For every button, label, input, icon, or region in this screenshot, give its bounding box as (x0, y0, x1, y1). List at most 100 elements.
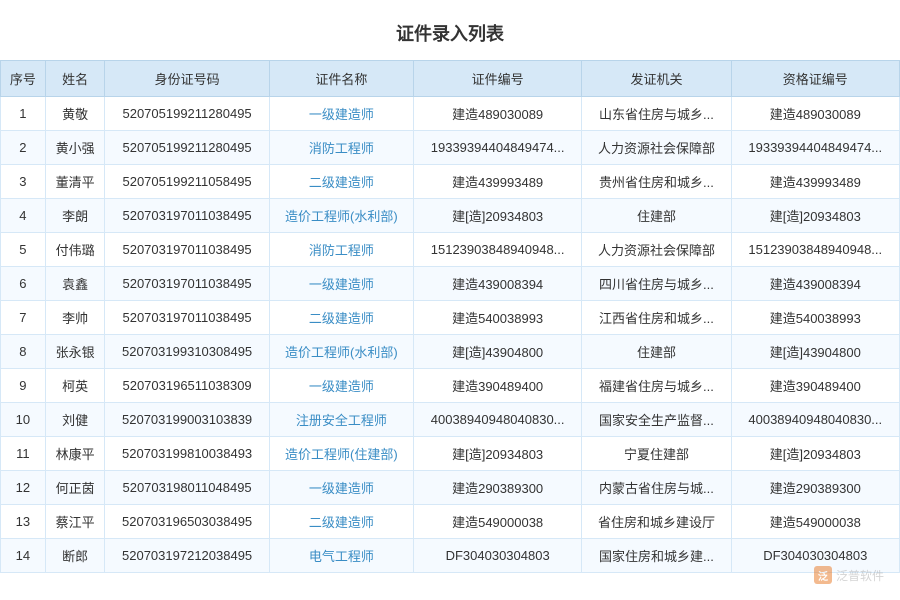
col-header-name: 姓名 (45, 61, 105, 97)
table-row: 7李帅520703197011038495二级建造师建造540038993江西省… (1, 301, 900, 335)
cell-cert-number: 40038940948040830... (413, 403, 581, 437)
cell-index: 7 (1, 301, 46, 335)
cell-id-number: 520703197011038495 (105, 233, 269, 267)
cell-qual-number: 40038940948040830... (731, 403, 899, 437)
cell-issuer: 贵州省住房和城乡... (582, 165, 731, 199)
cert-name-link[interactable]: 一级建造师 (309, 277, 374, 292)
cert-name-link[interactable]: 电气工程师 (309, 549, 374, 564)
cell-name: 董清平 (45, 165, 105, 199)
cell-cert-name[interactable]: 一级建造师 (269, 471, 413, 505)
cell-cert-name[interactable]: 注册安全工程师 (269, 403, 413, 437)
cell-index: 12 (1, 471, 46, 505)
cell-index: 2 (1, 131, 46, 165)
cell-issuer: 宁夏住建部 (582, 437, 731, 471)
cell-issuer: 国家安全生产监督... (582, 403, 731, 437)
cell-id-number: 520703197212038495 (105, 539, 269, 573)
cert-name-link[interactable]: 消防工程师 (309, 141, 374, 156)
cell-cert-number: 建[造]20934803 (413, 199, 581, 233)
cert-name-link[interactable]: 二级建造师 (309, 515, 374, 530)
cell-cert-name[interactable]: 造价工程师(住建部) (269, 437, 413, 471)
cert-name-link[interactable]: 一级建造师 (309, 379, 374, 394)
cell-cert-name[interactable]: 二级建造师 (269, 505, 413, 539)
cell-index: 14 (1, 539, 46, 573)
cell-index: 5 (1, 233, 46, 267)
table-row: 13蔡江平520703196503038495二级建造师建造549000038省… (1, 505, 900, 539)
cell-id-number: 520703198011048495 (105, 471, 269, 505)
cell-cert-name[interactable]: 二级建造师 (269, 301, 413, 335)
cell-cert-number: 建造439993489 (413, 165, 581, 199)
cell-id-number: 520705199211058495 (105, 165, 269, 199)
cell-issuer: 住建部 (582, 199, 731, 233)
cell-cert-name[interactable]: 一级建造师 (269, 267, 413, 301)
cell-cert-name[interactable]: 电气工程师 (269, 539, 413, 573)
cell-cert-name[interactable]: 造价工程师(水利部) (269, 335, 413, 369)
cert-name-link[interactable]: 二级建造师 (309, 311, 374, 326)
cell-cert-name[interactable]: 一级建造师 (269, 97, 413, 131)
cell-name: 断郎 (45, 539, 105, 573)
cell-name: 柯英 (45, 369, 105, 403)
cell-index: 6 (1, 267, 46, 301)
cell-cert-number: 建造489030089 (413, 97, 581, 131)
cell-id-number: 520705199211280495 (105, 97, 269, 131)
table-row: 14断郎520703197212038495 电气工程师 DF30403030480… (1, 539, 900, 573)
cell-cert-name[interactable]: 造价工程师(水利部) (269, 199, 413, 233)
cell-name: 张永银 (45, 335, 105, 369)
cell-index: 13 (1, 505, 46, 539)
cell-issuer: 福建省住房与城乡... (582, 369, 731, 403)
cell-cert-number: 19339394404849474... (413, 131, 581, 165)
cell-issuer: 国家住房和城乡建... (582, 539, 731, 573)
cell-issuer: 人力资源社会保障部 (582, 233, 731, 267)
cell-issuer: 四川省住房与城乡... (582, 267, 731, 301)
table-row: 1黄敬520705199211280495一级建造师建造489030089山东省… (1, 97, 900, 131)
table-row: 4李朗520703197011038495造价工程师(水利部)建[造]20934… (1, 199, 900, 233)
cert-name-link[interactable]: 造价工程师(住建部) (285, 447, 398, 462)
col-header-issuer: 发证机关 (582, 61, 731, 97)
cell-cert-number: 建造549000038 (413, 505, 581, 539)
cell-cert-number: DF304030304803 (413, 539, 581, 573)
cell-id-number: 520703197011038495 (105, 267, 269, 301)
cert-table: 序号 姓名 身份证号码 证件名称 证件编号 发证机关 资格证编号 1黄敬5207… (0, 60, 900, 573)
cell-issuer: 山东省住房与城乡... (582, 97, 731, 131)
cell-index: 9 (1, 369, 46, 403)
cert-name-link[interactable]: 二级建造师 (309, 175, 374, 190)
table-row: 9柯英520703196511038309 一级建造师 建造390489400福建省… (1, 369, 900, 403)
cell-index: 11 (1, 437, 46, 471)
cell-cert-name[interactable]: 一级建造师 (269, 369, 413, 403)
watermark-logo: 泛 (814, 566, 832, 584)
cell-issuer: 江西省住房和城乡... (582, 301, 731, 335)
cell-cert-name[interactable]: 消防工程师 (269, 233, 413, 267)
table-row: 2黄小强520705199211280495消防工程师1933939440484… (1, 131, 900, 165)
watermark-text: 泛普软件 (836, 567, 884, 584)
cert-name-link[interactable]: 造价工程师(水利部) (285, 209, 398, 224)
cell-index: 8 (1, 335, 46, 369)
col-header-index: 序号 (1, 61, 46, 97)
cert-name-link[interactable]: 造价工程师(水利部) (285, 345, 398, 360)
cell-cert-number: 建[造]20934803 (413, 437, 581, 471)
cell-issuer: 内蒙古省住房与城... (582, 471, 731, 505)
cell-index: 10 (1, 403, 46, 437)
page-title: 证件录入列表 (0, 10, 900, 60)
cell-name: 刘健 (45, 403, 105, 437)
col-header-cert-name: 证件名称 (269, 61, 413, 97)
cell-name: 蔡江平 (45, 505, 105, 539)
col-header-id: 身份证号码 (105, 61, 269, 97)
cell-cert-number: 建造290389300 (413, 471, 581, 505)
cell-cert-number: 建[造]43904800 (413, 335, 581, 369)
cert-name-link[interactable]: 消防工程师 (309, 243, 374, 258)
cert-name-link[interactable]: 一级建造师 (309, 481, 374, 496)
cell-id-number: 520703197011038495 (105, 301, 269, 335)
cell-id-number: 520703196503038495 (105, 505, 269, 539)
cell-name: 林康平 (45, 437, 105, 471)
table-row: 6袁鑫520703197011038495一级建造师建造439008394四川省… (1, 267, 900, 301)
cert-name-link[interactable]: 一级建造师 (309, 107, 374, 122)
cell-id-number: 520703196511038309 (105, 369, 269, 403)
page-container: 证件录入列表 序号 姓名 身份证号码 证件名称 证件编号 发证机关 资格证编号 … (0, 0, 900, 600)
cell-qual-number: 建造489030089 (731, 97, 899, 131)
cell-cert-name[interactable]: 二级建造师 (269, 165, 413, 199)
cert-name-link[interactable]: 注册安全工程师 (296, 413, 387, 428)
cell-qual-number: 建[造]43904800 (731, 335, 899, 369)
cell-name: 何正茵 (45, 471, 105, 505)
cell-cert-name[interactable]: 消防工程师 (269, 131, 413, 165)
cell-qual-number: 建造549000038 (731, 505, 899, 539)
cell-cert-number: 建造390489400 (413, 369, 581, 403)
